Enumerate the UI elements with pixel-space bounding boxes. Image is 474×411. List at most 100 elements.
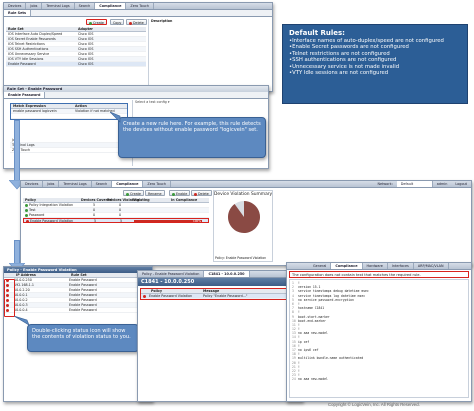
tab-search[interactable]: Search: [92, 181, 113, 187]
device-policy-row[interactable]: Enable Password Violation Policy "Enable…: [141, 294, 299, 299]
config-text: no aaa new-model: [298, 331, 328, 336]
col-rule-set: Rule Set: [71, 273, 87, 277]
row-policy: Enable Password Violation: [149, 294, 193, 298]
match-action-value: Violation if not matched: [75, 109, 115, 113]
row-rule-set: IOS Telnet Restrictions: [8, 42, 45, 46]
rule-set-rows: IOS Interface Auto Duplex/Speed Cisco IOS…: [6, 32, 146, 67]
tab-devices[interactable]: Devices: [4, 3, 27, 9]
test-config-select[interactable]: Select a test config ▾: [133, 100, 266, 105]
row-rule-set: IOS VTY Idle Sessions: [8, 57, 44, 61]
row-violating: 0: [118, 203, 122, 207]
row-rule-set: IOS SSH Authentications: [8, 47, 49, 51]
tab-hardware[interactable]: Hardware: [363, 263, 388, 269]
delete-button[interactable]: Delete: [126, 19, 147, 25]
copy-button[interactable]: Copy: [110, 19, 125, 25]
row-ip-address: 10.0.0.250: [14, 278, 32, 282]
row-violating: 0: [118, 208, 122, 212]
select-label: Select a test config: [135, 100, 167, 104]
tab-terminal-logs[interactable]: Terminal Logs: [59, 181, 92, 187]
tab-enable-password[interactable]: Enable Password: [4, 92, 46, 98]
tab-terminal-logs[interactable]: Terminal Logs: [42, 3, 75, 9]
create-button-label: Create: [130, 192, 141, 196]
tab-rule-sets[interactable]: Rule Sets: [4, 10, 32, 16]
rename-button[interactable]: Rename: [145, 190, 165, 196]
col-match-expression: Match Expression: [13, 104, 46, 108]
tab-zero-touch[interactable]: Zero Touch: [126, 3, 155, 9]
status-callout: Double-clicking status icon will show th…: [27, 324, 139, 352]
copyright-text: Copyright © LogicVein, Inc. All Rights R…: [328, 402, 420, 407]
tab-zero-touch[interactable]: Zero Touch: [143, 181, 172, 187]
tab-compliance[interactable]: Compliance: [331, 263, 363, 269]
rule-callout-text: Create a new rule here. For example, thi…: [123, 121, 261, 134]
col-rule-set: Rule Set: [8, 27, 24, 31]
callout-pointer: [14, 316, 30, 326]
tab-interfaces[interactable]: Interfaces: [388, 263, 414, 269]
create-button[interactable]: Create: [86, 19, 107, 25]
delete-button-label: Delete: [198, 192, 209, 196]
tab-arp-mac-vlan[interactable]: ARP/MAC/VLAN: [414, 263, 449, 269]
tab-policy-violation[interactable]: Policy - Enable Password Violation: [138, 271, 205, 277]
table-row[interactable]: 10.0.0.4 Enable Password: [4, 308, 152, 313]
main-tabs: Devices Jobs Terminal Logs Search Compli…: [21, 181, 471, 188]
detail-tabs: General Compliance Hardware Interfaces A…: [287, 263, 471, 270]
status-icon: [26, 220, 29, 222]
delete-icon: [194, 192, 197, 196]
create-button-label: Create: [93, 21, 104, 25]
tab-jobs[interactable]: Jobs: [43, 181, 60, 187]
delete-button[interactable]: Delete: [191, 190, 212, 196]
row-policy: Enable Password Violation: [30, 219, 74, 222]
description-panel: Description: [148, 19, 272, 89]
tab-general[interactable]: General: [287, 263, 332, 269]
default-rules-list: Interface names of auto-duplex/speed are…: [283, 38, 467, 76]
row-ip-address: 10.0.2.20: [14, 288, 30, 292]
config-text: hostname C1841: [298, 306, 325, 311]
list-item: Zero Touch: [10, 148, 128, 153]
pie-slice-violating: [228, 201, 260, 233]
tab-search[interactable]: Search: [75, 3, 96, 9]
network-select[interactable]: Default: [396, 181, 433, 187]
tab-jobs[interactable]: Jobs: [26, 3, 43, 9]
row-ip-address: 10.0.0.3: [14, 303, 28, 307]
callout-pointer: [110, 112, 121, 123]
col-policy: Policy: [151, 289, 163, 293]
status-icon: [25, 214, 28, 217]
row-ip-address: 10.0.0.1: [14, 293, 28, 297]
device-policy-table: Policy Message Enable Password Violation…: [140, 288, 300, 300]
enable-button[interactable]: Enable: [169, 190, 191, 196]
violation-bar: [133, 204, 201, 207]
config-line: 24 no aaa new-model: [292, 377, 466, 381]
device-window: Policy - Enable Password Violation C1841…: [137, 270, 303, 402]
policy-rows: Policy Integration Violation 5 0 Test 0 0 Pass…: [23, 203, 209, 223]
device-title: C1841 - 10.0.0.250: [138, 278, 302, 286]
create-button[interactable]: Create: [123, 190, 144, 196]
row-message: Policy "Enable Password...": [203, 294, 248, 298]
violation-bar: [133, 214, 201, 217]
rename-button-label: Rename: [148, 192, 162, 196]
table-row[interactable]: Enable Password Violation 5 5 100%: [23, 218, 209, 223]
row-covered: 5: [93, 219, 97, 223]
copy-button-label: Copy: [113, 21, 122, 25]
row-adapter: Cisco IOS: [78, 52, 94, 56]
config-viewer[interactable]: 1! 2 version 15.1 3 service timestamps debug…: [289, 279, 469, 398]
tab-compliance[interactable]: Compliance: [112, 181, 144, 187]
logout-link[interactable]: Logout: [451, 181, 471, 187]
row-rule-set: Enable Password: [8, 62, 36, 66]
row-rule-set: IOS Secret Enable Passwords: [8, 37, 56, 41]
status-callout-text: Double-clicking status icon will show th…: [32, 328, 131, 341]
col-violating: Violating: [133, 198, 150, 202]
default-rules-panel: Default Rules: Interface names of auto-d…: [282, 24, 468, 104]
rule-set-table: Rule Set Adapter IOS Interface Auto Dupl…: [6, 27, 146, 67]
row-rule-set: IOS Unnecessary Service: [8, 52, 50, 56]
row-adapter: Cisco IOS: [78, 57, 94, 61]
row-policy: Password: [29, 213, 45, 217]
check-icon: [172, 192, 175, 196]
row-rule-set: Enable Password: [69, 303, 97, 307]
tab-compliance[interactable]: Compliance: [95, 3, 127, 9]
tab-devices[interactable]: Devices: [21, 181, 44, 187]
tab-device[interactable]: C1841 - 10.0.0.250: [204, 271, 250, 277]
network-label: Network:: [377, 182, 393, 186]
rule-item: VTY Idle sessions are not configured: [289, 70, 467, 76]
table-row[interactable]: Enable Password Cisco IOS: [6, 62, 146, 67]
user-name: admin: [436, 182, 448, 186]
status-icon: [25, 209, 28, 212]
